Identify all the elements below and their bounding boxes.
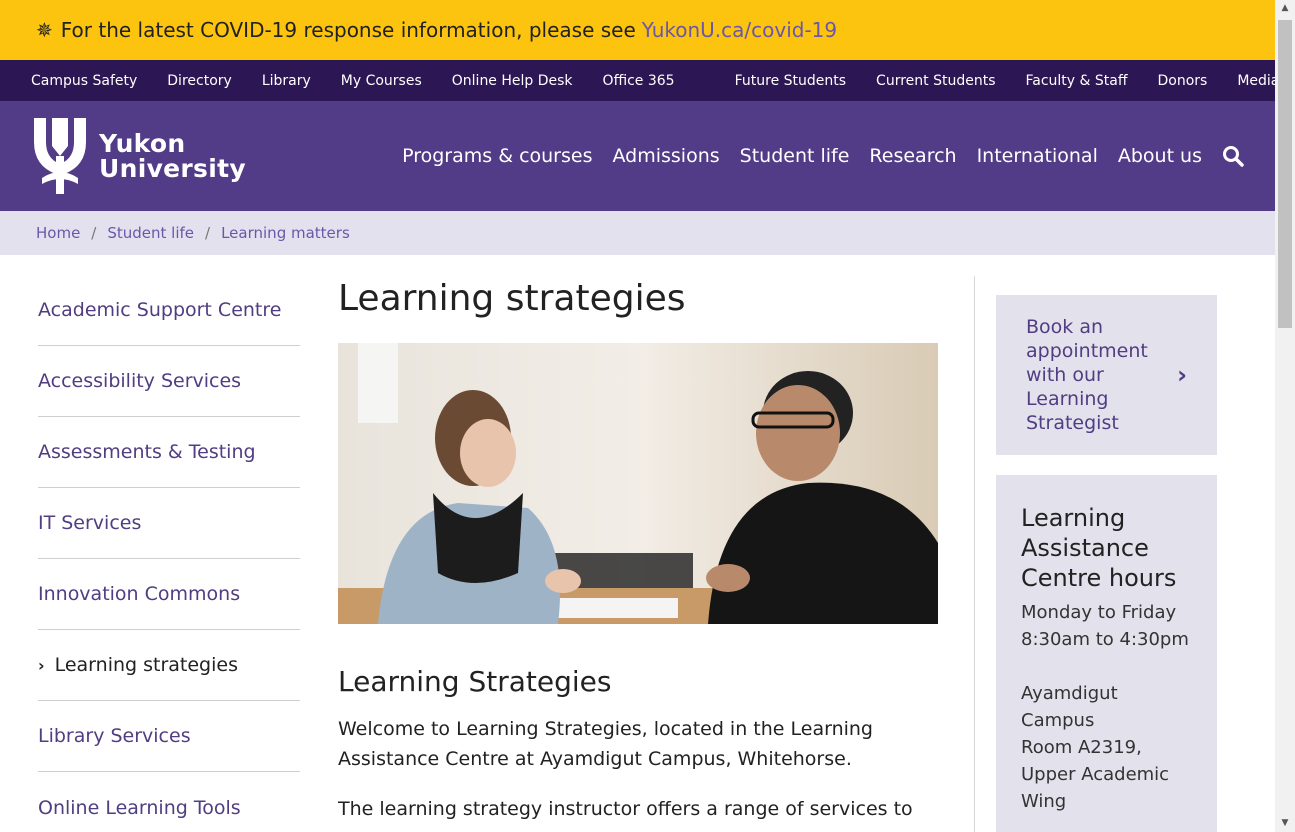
services-paragraph: The learning strategy instructor offers … bbox=[338, 798, 913, 820]
page: ✵ For the latest COVID-19 response infor… bbox=[0, 0, 1275, 832]
scrollbar-thumb[interactable] bbox=[1278, 20, 1292, 328]
scroll-up-arrow-icon[interactable]: ▲ bbox=[1275, 0, 1295, 17]
sidenav-item-label: Library Services bbox=[38, 725, 191, 747]
sidenav-item-learning-strategies[interactable]: › Learning strategies bbox=[38, 630, 300, 701]
main-nav: Programs & courses Admissions Student li… bbox=[382, 145, 1244, 167]
sidenav-item-library-services[interactable]: Library Services bbox=[38, 701, 300, 772]
utility-link-media[interactable]: Media bbox=[1237, 73, 1275, 89]
utility-bar: Campus Safety Directory Library My Cours… bbox=[0, 60, 1275, 101]
sidenav-item-label: Accessibility Services bbox=[38, 370, 242, 392]
logo-line-1: Yukon bbox=[99, 129, 186, 158]
utility-link-current-students[interactable]: Current Students bbox=[876, 73, 995, 89]
content-area: Academic Support Centre Accessibility Se… bbox=[0, 255, 1275, 832]
utility-link-my-courses[interactable]: My Courses bbox=[341, 73, 422, 89]
vertical-scrollbar[interactable]: ▲ ▼ bbox=[1275, 0, 1295, 832]
sidenav-item-label: Learning strategies bbox=[54, 654, 238, 676]
location-wing: Wing bbox=[1021, 791, 1067, 812]
breadcrumb-separator: / bbox=[91, 224, 97, 242]
sidenav-item-it-services[interactable]: IT Services bbox=[38, 488, 300, 559]
chevron-right-icon: › bbox=[38, 655, 45, 675]
logo-mark-icon bbox=[34, 118, 86, 194]
hours-time: 8:30am to 4:30pm bbox=[1021, 629, 1189, 650]
sidenav-item-online-learning[interactable]: Online Learning Tools bbox=[38, 772, 300, 832]
location-campus: Ayamdigut Campus bbox=[1021, 683, 1118, 731]
sidenav-item-label: Assessments & Testing bbox=[38, 441, 256, 463]
utility-link-help-desk[interactable]: Online Help Desk bbox=[452, 73, 573, 89]
scroll-down-arrow-icon[interactable]: ▼ bbox=[1275, 815, 1295, 832]
site-logo[interactable]: Yukon University bbox=[32, 116, 246, 196]
sidenav-item-accessibility[interactable]: Accessibility Services bbox=[38, 346, 300, 417]
utility-nav-left: Campus Safety Directory Library My Cours… bbox=[31, 73, 705, 89]
search-icon[interactable] bbox=[1222, 145, 1244, 167]
page-title: Learning strategies bbox=[338, 278, 686, 319]
utility-link-directory[interactable]: Directory bbox=[167, 73, 232, 89]
sidenav-item-label: IT Services bbox=[38, 512, 142, 534]
main-content: Learning strategies Learning Strategies … bbox=[338, 277, 938, 824]
covid-alert-banner: ✵ For the latest COVID-19 response infor… bbox=[0, 0, 1275, 60]
alert-text: For the latest COVID-19 response informa… bbox=[60, 18, 636, 42]
breadcrumb: Home / Student life / Learning matters bbox=[0, 211, 1275, 255]
sidenav-item-label: Academic Support Centre bbox=[38, 299, 282, 321]
nav-international[interactable]: International bbox=[977, 145, 1098, 167]
nav-research[interactable]: Research bbox=[869, 145, 956, 167]
section-heading: Learning Strategies bbox=[338, 665, 612, 698]
intro-paragraph: Welcome to Learning Strategies, located … bbox=[338, 718, 873, 770]
utility-link-library[interactable]: Library bbox=[262, 73, 311, 89]
gear-icon: ✵ bbox=[36, 18, 53, 42]
logo-wordmark: Yukon University bbox=[99, 131, 246, 181]
nav-about-us[interactable]: About us bbox=[1118, 145, 1202, 167]
location-room: Room A2319, bbox=[1021, 737, 1142, 758]
book-appointment-card[interactable]: Book an appointment with our Learning St… bbox=[996, 295, 1217, 455]
nav-admissions[interactable]: Admissions bbox=[612, 145, 719, 167]
sidenav-item-label: Innovation Commons bbox=[38, 583, 241, 605]
utility-link-donors[interactable]: Donors bbox=[1157, 73, 1207, 89]
sidenav-item-innovation-commons[interactable]: Innovation Commons bbox=[38, 559, 300, 630]
utility-link-campus-safety[interactable]: Campus Safety bbox=[31, 73, 137, 89]
logo-line-2: University bbox=[99, 154, 246, 183]
sidenav-item-label: Online Learning Tools bbox=[38, 796, 241, 819]
utility-link-future-students[interactable]: Future Students bbox=[735, 73, 846, 89]
column-divider bbox=[974, 276, 975, 832]
breadcrumb-separator: / bbox=[205, 224, 211, 242]
breadcrumb-home[interactable]: Home bbox=[36, 224, 80, 242]
hours-days: Monday to Friday bbox=[1021, 602, 1177, 623]
site-header: Yukon University Programs & courses Admi… bbox=[0, 101, 1275, 211]
covid-link[interactable]: YukonU.ca/covid-19 bbox=[642, 18, 837, 42]
location-building: Upper Academic bbox=[1021, 764, 1170, 785]
sidenav-item-academic-support[interactable]: Academic Support Centre bbox=[38, 275, 300, 346]
utility-link-faculty-staff[interactable]: Faculty & Staff bbox=[1025, 73, 1127, 89]
hours-title: Learning Assistance Centre hours bbox=[1021, 504, 1177, 592]
sidenav-item-assessments[interactable]: Assessments & Testing bbox=[38, 417, 300, 488]
utility-nav-right: Future Students Current Students Faculty… bbox=[705, 73, 1275, 89]
hours-card: Learning Assistance Centre hours Monday … bbox=[996, 475, 1217, 832]
breadcrumb-learning-matters[interactable]: Learning matters bbox=[221, 224, 350, 242]
chevron-right-icon: › bbox=[1177, 361, 1187, 389]
nav-student-life[interactable]: Student life bbox=[740, 145, 850, 167]
breadcrumb-student-life[interactable]: Student life bbox=[107, 224, 194, 242]
nav-programs-courses[interactable]: Programs & courses bbox=[402, 145, 592, 167]
book-appointment-label: Book an appointment with our Learning St… bbox=[1026, 316, 1148, 434]
hero-image bbox=[338, 343, 938, 624]
section-sidenav: Academic Support Centre Accessibility Se… bbox=[38, 275, 300, 832]
utility-link-office-365[interactable]: Office 365 bbox=[603, 73, 675, 89]
